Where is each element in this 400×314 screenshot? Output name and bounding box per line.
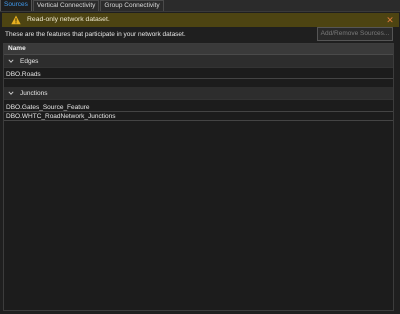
- tab-vertical-connectivity[interactable]: Vertical Connectivity: [32, 0, 100, 11]
- group-spacer: [4, 79, 393, 87]
- chevron-down-icon[interactable]: [8, 90, 14, 96]
- table-row[interactable]: DBO.Gates_Source_Feature: [4, 103, 393, 112]
- sources-grid: Name Edges DBO.Roads Junctions DBO.Gates…: [3, 43, 394, 311]
- group-label-edges: Edges: [20, 57, 39, 65]
- chevron-down-icon[interactable]: [8, 58, 14, 64]
- banner-message: Read-only network dataset.: [27, 16, 110, 23]
- table-row[interactable]: DBO.WHTC_RoadNetwork_Junctions: [4, 112, 393, 121]
- warning-triangle-icon: [11, 15, 21, 25]
- close-icon[interactable]: ✕: [385, 14, 395, 26]
- group-edges[interactable]: Edges: [4, 55, 393, 68]
- tab-bar: Sources Vertical Connectivity Group Conn…: [0, 0, 400, 12]
- group-junctions[interactable]: Junctions: [4, 87, 393, 100]
- description-text: These are the features that participate …: [5, 31, 186, 38]
- table-row[interactable]: DBO.Roads: [4, 70, 393, 79]
- tab-group-connectivity[interactable]: Group Connectivity: [100, 0, 164, 11]
- read-only-banner: Read-only network dataset. ✕: [2, 13, 399, 27]
- column-header-name[interactable]: Name: [4, 44, 393, 55]
- add-remove-sources-button[interactable]: Add/Remove Sources...: [317, 27, 393, 41]
- group-label-junctions: Junctions: [20, 89, 48, 97]
- tab-sources[interactable]: Sources: [0, 0, 32, 11]
